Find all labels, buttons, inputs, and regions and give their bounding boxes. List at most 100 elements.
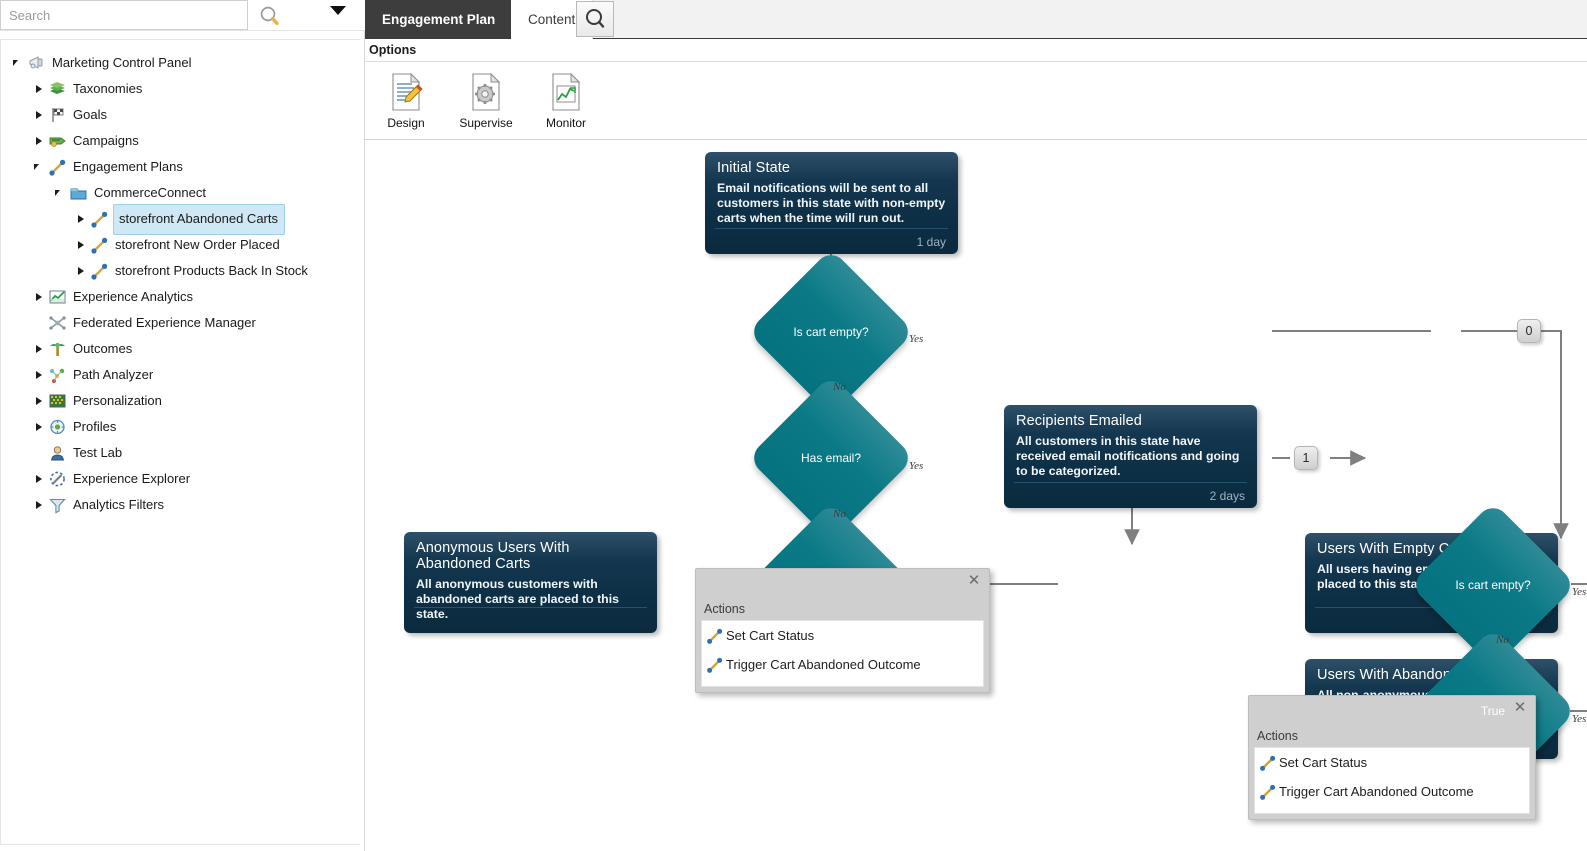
sidebar: Marketing Control Panel Taxonomies Goals Ca… [0,0,365,851]
tree-item-marketing-control-panel[interactable]: Marketing Control Panel [1,50,360,76]
expand-toggle-icon[interactable] [32,102,48,128]
state-card-anonymous-users-with-abandoned-carts[interactable]: Anonymous Users With Abandoned Carts All… [404,532,657,633]
expand-toggle-icon[interactable] [32,414,48,440]
tree-item-experience-explorer[interactable]: Experience Explorer [1,466,360,492]
expand-toggle-icon[interactable] [32,284,48,310]
decision-label: Is cart empty? [1455,578,1531,592]
state-card-title: Anonymous Users With Abandoned Carts [416,540,570,572]
monitor-document-chart-icon [525,70,607,114]
state-card-duration [414,607,647,633]
actions-list: Set Cart Status Trigger Cart Abandoned O… [1254,747,1530,814]
expand-toggle-icon[interactable] [74,206,90,232]
tree-item-analytics-filters[interactable]: Analytics Filters [1,492,360,518]
tree-item-storefront-new-order-placed[interactable]: storefront New Order Placed [1,232,360,258]
state-card-duration: 2 days [1014,482,1247,508]
expand-toggle-icon[interactable] [32,388,48,414]
engagement-plan-icon [90,210,109,228]
tab-search-button[interactable] [576,1,614,37]
close-icon[interactable]: ✕ [1512,700,1528,716]
expand-toggle-icon[interactable] [32,76,48,102]
tree-item-personalization[interactable]: Personalization [1,388,360,414]
tree-item-label: Engagement Plans [73,159,183,174]
decision-has-email[interactable]: Has email? [747,374,915,542]
search-input[interactable] [0,0,248,30]
tree-item-test-lab[interactable]: Test Lab [1,440,360,466]
experience-analytics-icon [48,288,67,306]
chevron-down-icon[interactable] [330,6,346,15]
edge-label-no: No [1496,634,1509,646]
tree-item-taxonomies[interactable]: Taxonomies [1,76,360,102]
tree-item-label: storefront Abandoned Carts [113,203,285,235]
tree-item-federated-experience-manager[interactable]: Federated Experience Manager [1,310,360,336]
state-card-title: Initial State [717,160,791,176]
tree-item-outcomes[interactable]: Outcomes [1,336,360,362]
close-icon[interactable]: ✕ [966,573,982,589]
supervise-document-gear-icon [445,70,527,114]
collapse-toggle-icon[interactable] [11,50,27,76]
ribbon-button-label: Monitor [545,116,586,130]
expand-toggle-icon[interactable] [32,128,48,154]
main-area: Engagement Plan Content Options Design S… [365,0,1587,851]
expand-toggle-icon[interactable] [32,336,48,362]
search-icon[interactable] [256,3,284,29]
actions-popup-left[interactable]: ✕ Actions Set Cart Status Trigger Cart A… [695,568,990,693]
ribbon-button-design[interactable]: Design [365,70,447,130]
ribbon-button-monitor[interactable]: Monitor [525,70,607,130]
tree-item-label: storefront New Order Placed [115,237,280,252]
engagement-plan-icon [90,236,109,254]
tree-item-label: Federated Experience Manager [73,315,256,330]
tree-item-profiles[interactable]: Profiles [1,414,360,440]
ribbon-button-label: Design [387,116,425,130]
taxonomies-icon [48,80,67,98]
tab-engagement-plan[interactable]: Engagement Plan [365,0,513,39]
ribbon-button-supervise[interactable]: Supervise [445,70,527,130]
expand-toggle-icon[interactable] [74,232,90,258]
actions-popup-header: Actions [1257,729,1298,743]
action-item[interactable]: Trigger Cart Abandoned Outcome [702,650,983,679]
action-item-label: Trigger Cart Abandoned Outcome [726,657,921,672]
state-card-initial-state[interactable]: Initial State Email notifications will b… [705,152,958,254]
state-card-description: Email notifications will be sent to all … [717,181,946,225]
tree-item-path-analyzer[interactable]: Path Analyzer [1,362,360,388]
tree-item-label: Taxonomies [73,81,143,96]
collapse-toggle-icon[interactable] [32,154,48,180]
options-bar: Options [365,39,1587,62]
experience-explorer-icon [48,470,67,488]
tree-item-commerceconnect[interactable]: CommerceConnect [1,180,360,206]
ribbon-group-title: Options [369,43,417,57]
collapse-toggle-icon[interactable] [53,180,69,206]
action-item[interactable]: Set Cart Status [702,621,983,650]
tree-item-label: Personalization [73,393,162,408]
tree-item-label: Analytics Filters [73,497,165,512]
edge-badge-0[interactable]: 0 [1517,319,1541,343]
tree-item-storefront-abandoned-carts[interactable]: storefront Abandoned Carts [1,203,360,235]
tree-item-storefront-products-back-in-stock[interactable]: storefront Products Back In Stock [1,258,360,284]
action-icon [1259,754,1279,772]
ribbon-button-label: Supervise [459,116,513,130]
engagement-plan-icon [90,262,109,280]
action-item[interactable]: Set Cart Status [1255,748,1529,777]
expand-toggle-icon[interactable] [32,466,48,492]
tree-item-experience-analytics[interactable]: Experience Analytics [1,284,360,310]
tree-item-label: CommerceConnect [94,185,206,200]
actions-list: Set Cart Status Trigger Cart Abandoned O… [701,620,984,687]
federated-experience-manager-icon [48,314,67,332]
engagement-plan-canvas[interactable]: Initial State Email notifications will b… [365,141,1587,851]
tree-item-campaigns[interactable]: Campaigns [1,128,360,154]
tree-item-label: Profiles [73,419,117,434]
decision-is-cart-empty-2[interactable]: Is cart empty? [1409,501,1577,669]
edge-label-yes: Yes [1572,586,1587,598]
profiles-icon [48,418,67,436]
edge-badge-1[interactable]: 1 [1294,446,1318,470]
expand-toggle-icon[interactable] [32,362,48,388]
expand-toggle-icon[interactable] [74,258,90,284]
expand-toggle-icon[interactable] [32,492,48,518]
decision-is-cart-empty-1[interactable]: Is cart empty? [747,248,915,416]
action-item[interactable]: Trigger Cart Abandoned Outcome [1255,777,1529,806]
tree-item-goals[interactable]: Goals [1,102,360,128]
tree-item-engagement-plans[interactable]: Engagement Plans [1,154,360,180]
design-document-pencil-icon [365,70,447,114]
outcomes-icon [48,340,67,358]
state-card-recipients-emailed[interactable]: Recipients Emailed All customers in this… [1004,405,1257,508]
